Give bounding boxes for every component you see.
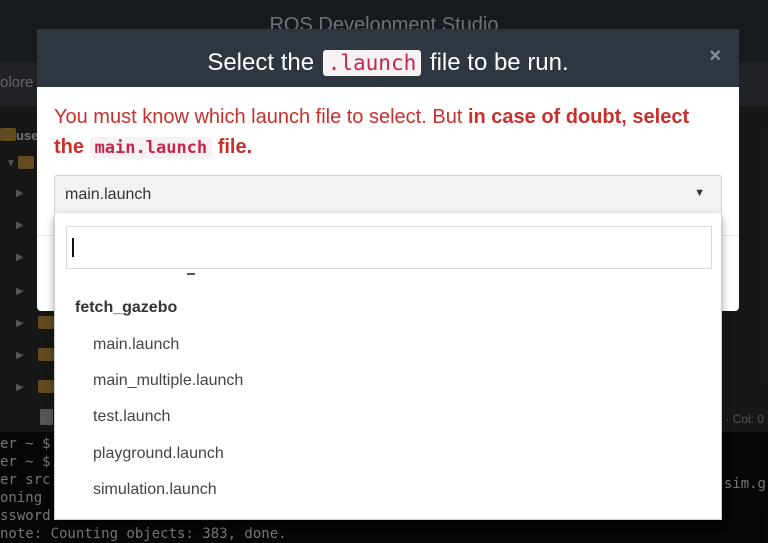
modal-header: Select the .launch file to be run. × [37, 29, 739, 87]
dropdown-option[interactable]: test.launch [93, 408, 170, 426]
dropdown-option[interactable]: main.launch [93, 336, 179, 354]
dropdown-search-input[interactable] [66, 226, 712, 269]
dropdown-option[interactable]: playground.launch [93, 445, 224, 463]
dropdown-option[interactable]: main_multiple.launch [93, 372, 243, 390]
launch-file-select[interactable]: main.launch ▼ [54, 175, 722, 214]
launch-file-dropdown: fetch_gazebo main.launch main_multiple.l… [54, 213, 722, 520]
warning-text: You must know which launch file to selec… [54, 106, 468, 128]
modal-title: Select the .launch file to be run. [37, 49, 739, 77]
select-value: main.launch [65, 186, 152, 203]
warning-code: main.launch [89, 137, 213, 159]
dropdown-option[interactable]: simulation.launch [93, 481, 217, 499]
close-button[interactable]: × [709, 45, 721, 68]
warning-message: You must know which launch file to selec… [54, 102, 724, 162]
scrolled-option-peek [129, 269, 199, 277]
modal-title-code: .launch [322, 50, 422, 76]
warning-end: file. [217, 136, 253, 158]
option-group-label: fetch_gazebo [75, 299, 178, 316]
modal-title-suffix: file to be run. [429, 49, 569, 76]
caret-down-icon: ▼ [694, 187, 705, 199]
modal-title-prefix: Select the [207, 49, 315, 76]
text-cursor [72, 238, 74, 257]
